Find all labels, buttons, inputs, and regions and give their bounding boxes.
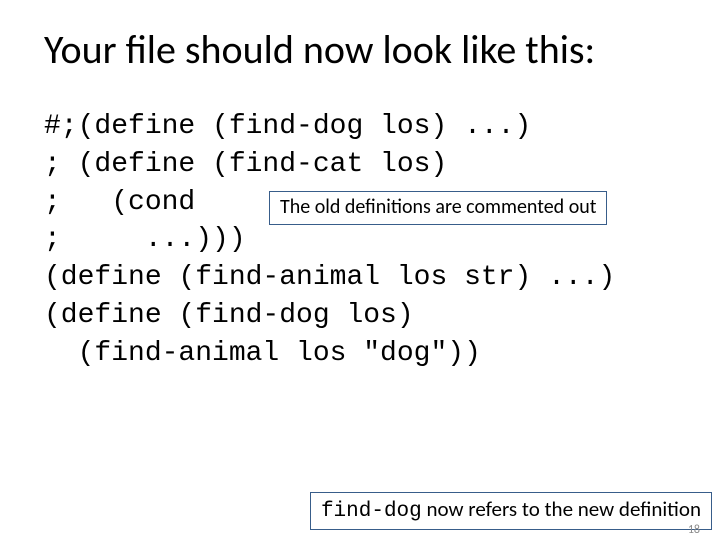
code-line: #;(define (find-dog los) ...) <box>44 108 680 146</box>
code-block: #;(define (find-dog los) ...) ; (define … <box>44 108 680 373</box>
code-line: ; ...))) <box>44 221 680 259</box>
slide: Your file should now look like this: #;(… <box>0 0 720 540</box>
slide-number: 18 <box>688 523 700 537</box>
code-line: ; (define (find-cat los) <box>44 146 680 184</box>
code-line: (define (find-dog los) <box>44 297 680 335</box>
code-line: (define (find-animal los str) ...) <box>44 259 680 297</box>
callout-find-dog-text: now refers to the new definition <box>422 496 701 522</box>
callout-find-dog-code: find-dog <box>321 500 422 523</box>
slide-title: Your file should now look like this: <box>44 28 680 72</box>
callout-find-dog: find-dog now refers to the new definitio… <box>310 492 712 530</box>
code-line: (find-animal los "dog")) <box>44 335 680 373</box>
callout-commented-out: The old definitions are commented out <box>269 191 607 225</box>
